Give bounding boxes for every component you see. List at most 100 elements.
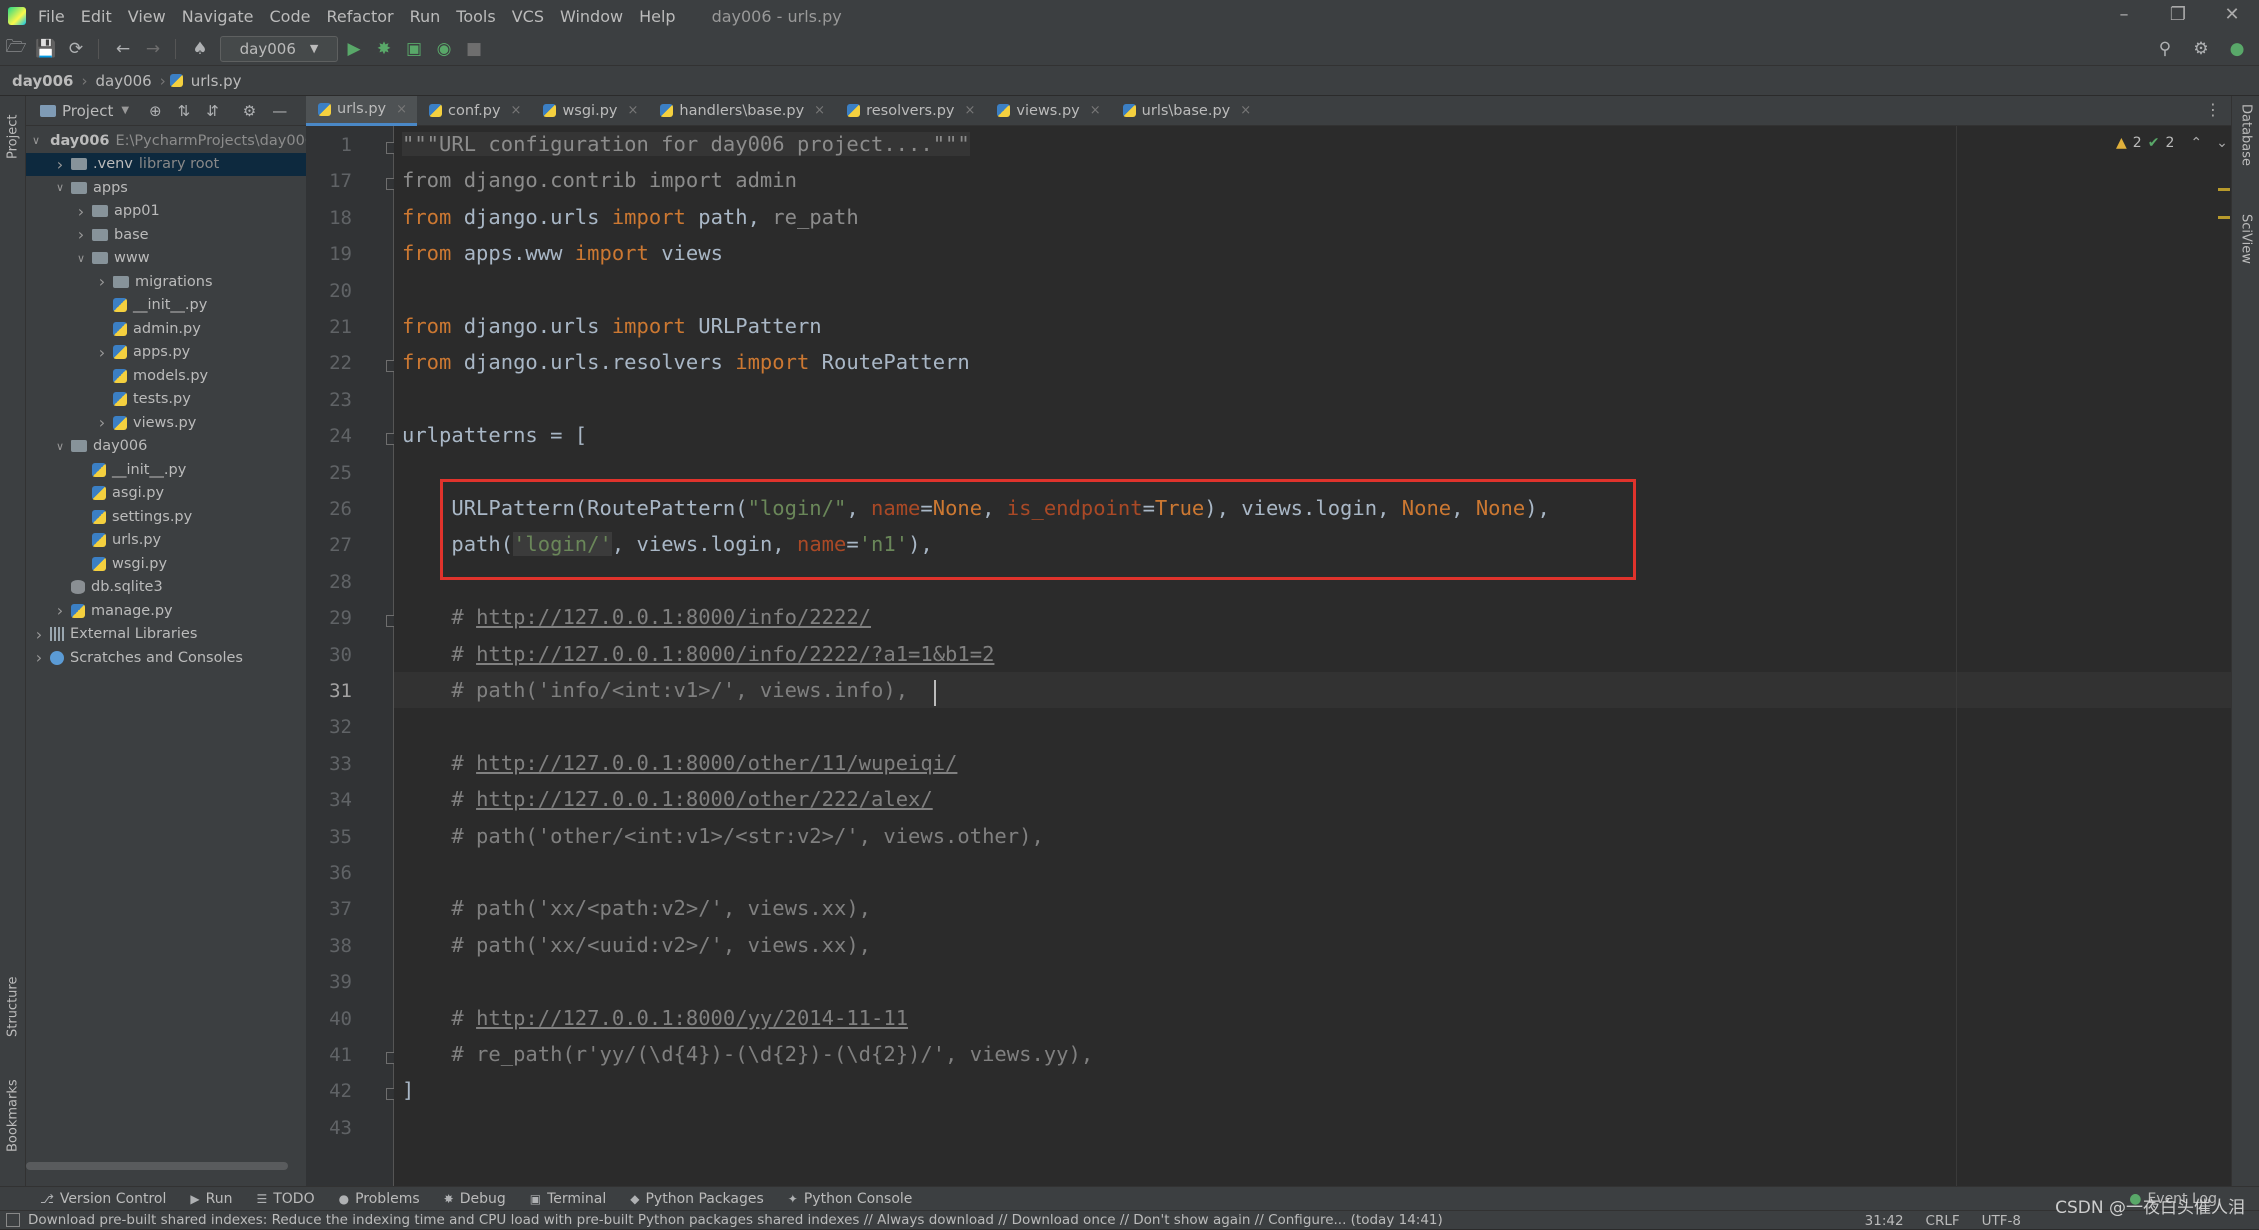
chevron-down-icon[interactable]: ∨ (53, 181, 67, 194)
more-tabs-icon[interactable]: ⋮ (2205, 100, 2221, 119)
tree-item[interactable]: ›models.py (26, 364, 306, 387)
menu-code[interactable]: Code (262, 7, 319, 26)
editor-tab[interactable]: resolvers.py × (835, 96, 985, 126)
menu-tools[interactable]: Tools (448, 7, 503, 26)
code-line[interactable]: ] (402, 1078, 414, 1102)
code-line[interactable]: # http://127.0.0.1:8000/other/222/alex/ (402, 787, 932, 811)
chevron-right-icon[interactable]: › (53, 601, 67, 620)
menu-window[interactable]: Window (552, 7, 631, 26)
tree-item[interactable]: ›__init__.py (26, 458, 306, 481)
back-icon[interactable]: ← (109, 35, 137, 63)
chevron-right-icon[interactable]: › (74, 202, 88, 221)
code-line[interactable]: from django.urls import path, re_path (402, 205, 859, 229)
chevron-right-icon[interactable]: › (32, 648, 46, 667)
tree-item[interactable]: ›settings.py (26, 505, 306, 528)
bookmarks-tool-tab[interactable]: Bookmarks (0, 1066, 26, 1166)
tree-item[interactable]: › apps.py (26, 341, 306, 364)
tree-item[interactable]: ∨ apps (26, 176, 306, 199)
stop-icon[interactable]: ■ (460, 35, 488, 63)
code-line[interactable]: # http://127.0.0.1:8000/other/11/wupeiqi… (402, 751, 957, 775)
menu-refactor[interactable]: Refactor (318, 7, 401, 26)
coverage-icon[interactable]: ▣ (400, 35, 428, 63)
chevron-right-icon[interactable]: › (53, 155, 67, 174)
chevron-up-icon[interactable]: ⌃ (2190, 135, 2202, 151)
editor-tab[interactable]: views.py × (985, 96, 1110, 126)
menu-help[interactable]: Help (631, 7, 683, 26)
chevron-right-icon[interactable]: › (95, 343, 109, 362)
menu-vcs[interactable]: VCS (504, 7, 552, 26)
tool-todo[interactable]: ☰ TODO (244, 1191, 326, 1207)
code-line[interactable]: # path('xx/<path:v2>/', views.xx), (402, 896, 871, 920)
code-line[interactable]: urlpatterns = [ (402, 423, 587, 447)
open-folder-icon[interactable]: 🗁 (2, 35, 30, 63)
project-tool-tab[interactable]: Project (0, 102, 26, 172)
sciview-tool-tab[interactable]: SciView (2234, 214, 2258, 294)
code-line[interactable]: # re_path(r'yy/(\d{4})-(\d{2})-(\d{2})/'… (402, 1042, 1093, 1066)
menu-edit[interactable]: Edit (73, 7, 120, 26)
tree-item[interactable]: ›admin.py (26, 317, 306, 340)
close-icon[interactable]: × (1240, 103, 1251, 118)
code-line[interactable]: from apps.www import views (402, 241, 723, 265)
code-line[interactable]: # http://127.0.0.1:8000/yy/2014-11-11 (402, 1006, 908, 1030)
search-icon[interactable]: ⚲ (2151, 35, 2179, 63)
collapse-all-icon[interactable]: ⇵ (206, 102, 219, 120)
code-line[interactable]: # path('info/<int:v1>/', views.info), (402, 678, 908, 702)
tree-item[interactable]: › views.py (26, 411, 306, 434)
run-config-select[interactable]: day006 ▼ (220, 35, 338, 62)
close-icon[interactable]: × (396, 102, 407, 117)
code-line[interactable]: # http://127.0.0.1:8000/info/2222/?a1=1&… (402, 642, 994, 666)
caret-position[interactable]: 31:42 (1865, 1213, 1904, 1229)
vcs-user-icon[interactable]: ♠ (186, 35, 214, 63)
chevron-down-icon[interactable]: ▼ (121, 105, 129, 116)
tree-item[interactable]: › app01 (26, 200, 306, 223)
tree-item[interactable]: ∨ day006 E:\PycharmProjects\day006 (26, 129, 306, 152)
chevron-down-icon[interactable]: ⌄ (2216, 135, 2228, 151)
editor-tab[interactable]: urls\base.py × (1111, 96, 1262, 126)
menu-run[interactable]: Run (402, 7, 449, 26)
tool-version-control[interactable]: ⎇ Version Control (28, 1191, 178, 1207)
close-icon[interactable]: × (965, 103, 976, 118)
breadcrumb-item[interactable]: day006 (8, 72, 78, 90)
tree-item[interactable]: › Scratches and Consoles (26, 646, 306, 669)
sync-icon[interactable]: ⟳ (62, 35, 90, 63)
update-icon[interactable]: ● (2223, 35, 2251, 63)
tree-item[interactable]: ›urls.py (26, 529, 306, 552)
minimize-icon[interactable]: – (2097, 0, 2151, 32)
tool-debug[interactable]: ✸ Debug (432, 1191, 518, 1207)
tree-item[interactable]: › .venv library root (26, 152, 306, 176)
warning-stripe-mark[interactable] (2218, 188, 2230, 191)
menu-view[interactable]: View (120, 7, 174, 26)
editor-tab[interactable]: handlers\base.py × (648, 96, 835, 126)
tree-horizontal-scrollbar[interactable] (26, 1162, 288, 1170)
chevron-down-icon[interactable]: ∨ (74, 252, 88, 265)
profile-icon[interactable]: ◉ (430, 35, 458, 63)
hide-panel-icon[interactable]: — (272, 102, 287, 120)
code-line[interactable]: from django.contrib import admin (402, 168, 797, 192)
tool-problems[interactable]: ● Problems (327, 1191, 432, 1207)
status-message[interactable]: Download pre-built shared indexes: Reduc… (28, 1212, 1443, 1228)
chevron-right-icon[interactable]: › (32, 625, 46, 644)
close-icon[interactable]: × (511, 103, 522, 118)
tree-item[interactable]: ∨ www (26, 247, 306, 270)
run-icon[interactable]: ▶ (340, 35, 368, 63)
warning-stripe-mark[interactable] (2218, 216, 2230, 219)
gear-icon[interactable]: ⚙ (2187, 35, 2215, 63)
editor-tab[interactable]: conf.py × (417, 96, 531, 126)
debug-icon[interactable]: ✸ (370, 35, 398, 63)
tool-terminal[interactable]: ▣ Terminal (518, 1191, 619, 1207)
code-line[interactable]: # path('xx/<uuid:v2>/', views.xx), (402, 933, 871, 957)
code-line[interactable]: from django.urls.resolvers import RouteP… (402, 350, 970, 374)
tree-item[interactable]: ›asgi.py (26, 482, 306, 505)
code-line[interactable]: """URL configuration for day006 project.… (402, 132, 970, 156)
database-tool-tab[interactable]: Database (2234, 104, 2258, 184)
editor-tab[interactable]: urls.py × (306, 95, 418, 126)
tool-python-console[interactable]: ✦ Python Console (776, 1191, 925, 1207)
tree-item[interactable]: ∨ day006 (26, 435, 306, 458)
line-separator[interactable]: CRLF (1926, 1213, 1960, 1229)
expand-all-icon[interactable]: ⇅ (178, 102, 191, 120)
code-line[interactable]: # path('other/<int:v1>/<str:v2>/', views… (402, 824, 1043, 848)
tool-python-packages[interactable]: ◆ Python Packages (618, 1191, 776, 1207)
inspection-widget[interactable]: ▲ 2 ✔ 2 ⌃ ⌄ (2116, 132, 2228, 154)
gear-icon[interactable]: ⚙ (243, 102, 256, 120)
forward-icon[interactable]: → (139, 35, 167, 63)
